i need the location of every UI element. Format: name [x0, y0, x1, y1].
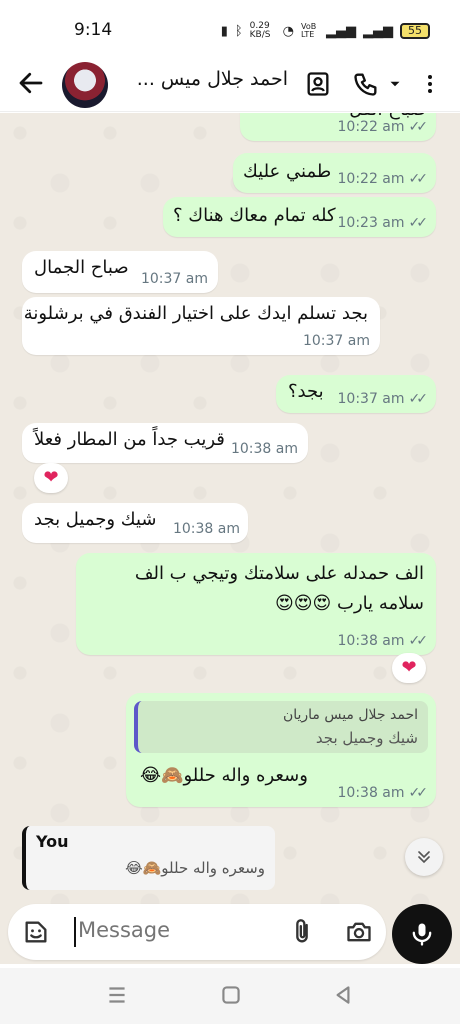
message-input[interactable]: [78, 918, 278, 942]
signal-icon: ▂▄▆: [326, 23, 356, 39]
message-text: وسعره واله حللو🙈😂: [140, 765, 308, 786]
message-time: 10:37 am: [302, 333, 370, 349]
read-ticks-icon: ✓✓: [408, 785, 429, 801]
message-text: صباح الجمال: [34, 257, 129, 278]
quoted-sender: احمد جلال ميس ماريان: [282, 707, 418, 723]
home-icon[interactable]: [218, 982, 244, 1008]
message-incoming[interactable]: بجد تسلم ايدك على اختيار الفندق في برشلو…: [22, 297, 380, 355]
message-incoming[interactable]: صباح الجمال 10:37 am: [22, 251, 218, 293]
back-arrow-icon[interactable]: [16, 68, 46, 98]
net-speed: 0.29 KB/S: [249, 21, 271, 40]
sticker-icon[interactable]: [22, 918, 50, 946]
camera-icon[interactable]: [344, 918, 374, 946]
message-incoming[interactable]: قريب جداً من المطار فعلاً 10:38 am: [22, 423, 308, 463]
phone-call-icon[interactable]: [352, 70, 380, 98]
message-time: 10:38 am ✓✓: [337, 785, 429, 801]
double-chevron-down-icon: [418, 851, 430, 864]
quoted-message[interactable]: احمد جلال ميس ماريان شيك وجميل بجد: [134, 701, 428, 753]
read-ticks-icon: ✓✓: [408, 171, 429, 187]
quoted-text: شيك وجميل بجد: [315, 729, 418, 747]
mic-button[interactable]: [392, 904, 452, 964]
reply-preview[interactable]: You وسعره واله حللو🙈😂: [22, 826, 275, 890]
contact-card-icon[interactable]: [304, 70, 332, 98]
message-text: بجد؟: [288, 381, 324, 402]
bluetooth-icon: ᛒ: [234, 23, 243, 39]
read-ticks-icon: ✓✓: [408, 119, 429, 135]
chat-area[interactable]: صباح الفل 10:22 am✓✓ طمني عليك 10:22 am✓…: [0, 113, 460, 904]
message-time: 10:22 am ✓✓: [337, 119, 429, 135]
message-time: 10:37 am: [140, 271, 208, 287]
message-outgoing[interactable]: طمني عليك 10:22 am ✓✓: [233, 153, 436, 193]
message-outgoing-reply[interactable]: احمد جلال ميس ماريان شيك وجميل بجد وسعره…: [126, 693, 436, 807]
system-nav-bar: [0, 968, 460, 1024]
reaction-heart[interactable]: ❤: [34, 463, 68, 493]
message-outgoing[interactable]: الف حمدله على سلامتك وتيجي ب الف سلامه ي…: [76, 553, 436, 655]
composer: [0, 904, 460, 964]
message-time: 10:22 am ✓✓: [337, 171, 429, 187]
scroll-down-button[interactable]: [405, 838, 443, 876]
message-text: قريب جداً من المطار فعلاً: [34, 429, 225, 450]
message-text: شيك وجميل بجد: [34, 509, 157, 530]
vibrate-icon: ▮: [220, 23, 228, 39]
message-time: 10:38 am: [230, 441, 298, 457]
text-caret: [74, 917, 76, 947]
reply-preview-name: You: [36, 832, 69, 851]
message-time: 10:23 am ✓✓: [337, 215, 429, 231]
recent-apps-icon[interactable]: [104, 982, 130, 1008]
contact-avatar[interactable]: [62, 62, 108, 108]
battery-icon: 55: [400, 23, 430, 39]
wifi-icon: ◔: [282, 23, 294, 39]
status-icons: ▮ ᛒ 0.29 KB/S ◔ VoB LTE ▂▄▆ ▂▄▆ 55: [221, 22, 430, 40]
microphone-icon: [412, 923, 432, 946]
status-bar: 9:14 ▮ ᛒ 0.29 KB/S ◔ VoB LTE ▂▄▆ ▂▄▆ 55: [0, 0, 460, 56]
read-ticks-icon: ✓✓: [408, 391, 429, 407]
paperclip-icon[interactable]: [288, 918, 316, 946]
message-time: 10:37 am ✓✓: [337, 391, 429, 407]
message-incoming[interactable]: شيك وجميل بجد 10:38 am: [22, 503, 248, 543]
message-text: الف حمدله على سلامتك وتيجي ب الف سلامه ي…: [134, 563, 424, 614]
read-ticks-icon: ✓✓: [408, 215, 429, 231]
message-outgoing[interactable]: بجد؟ 10:37 am ✓✓: [276, 375, 436, 413]
read-ticks-icon: ✓✓: [408, 633, 429, 649]
chat-header: احمد جلال ميس ...: [0, 56, 460, 112]
more-options-icon[interactable]: [418, 70, 442, 98]
message-text: طمني عليك: [243, 161, 332, 182]
contact-name[interactable]: احمد جلال ميس ...: [118, 68, 288, 90]
message-input-pill[interactable]: [8, 904, 386, 960]
call-dropdown-icon[interactable]: [386, 70, 404, 98]
reaction-heart[interactable]: ❤: [392, 653, 426, 683]
status-time: 9:14: [74, 20, 113, 40]
message-time: 10:38 am ✓✓: [337, 633, 429, 649]
signal-icon-2: ▂▄▆: [363, 23, 393, 39]
reply-preview-text: وسعره واله حللو🙈😂: [125, 859, 265, 877]
message-text: بجد تسلم ايدك على اختيار الفندق في برشلو…: [23, 303, 368, 324]
message-text: كله تمام معاك هناك ؟: [173, 205, 336, 226]
message-outgoing[interactable]: صباح الفل 10:22 am✓✓: [240, 113, 436, 141]
back-nav-icon[interactable]: [330, 982, 356, 1008]
message-time: 10:38 am: [172, 521, 240, 537]
volte-label: VoB LTE: [301, 22, 317, 39]
message-outgoing[interactable]: كله تمام معاك هناك ؟ 10:23 am ✓✓: [163, 197, 436, 237]
